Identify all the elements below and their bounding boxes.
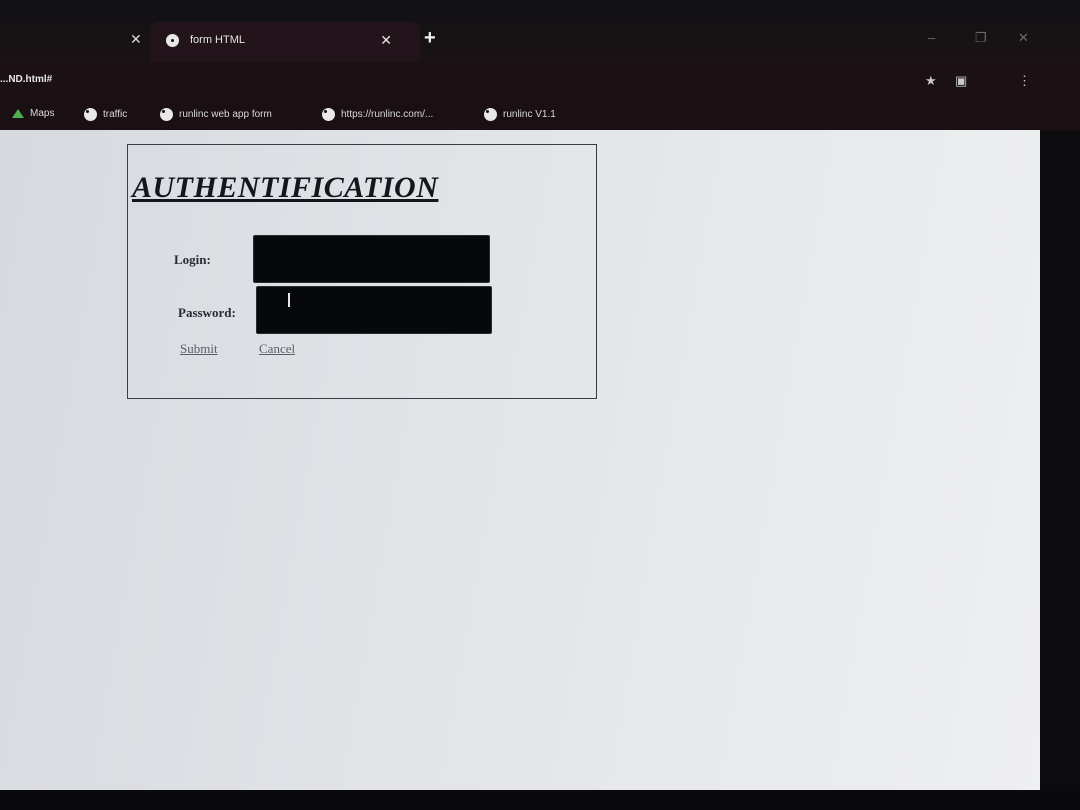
password-label: Password: — [178, 305, 236, 320]
extension-icon[interactable]: ▣ — [955, 73, 967, 89]
new-tab-icon[interactable]: + — [424, 28, 436, 48]
address-url[interactable]: ...ND.html# — [0, 74, 52, 85]
globe-icon — [322, 108, 335, 121]
active-tab[interactable]: form HTML ✕ — [150, 22, 420, 62]
tab-title: form HTML — [190, 34, 245, 46]
window-close-icon[interactable]: ✕ — [1018, 30, 1029, 46]
bookmark-runlinc-url[interactable]: https://runlinc.com/... — [322, 108, 433, 121]
bookmark-label: runlinc V1.1 — [503, 109, 556, 120]
text-cursor — [288, 293, 290, 307]
form-title: AUTHENTIFICATION — [132, 171, 439, 204]
tab-close-icon[interactable]: ✕ — [380, 32, 392, 49]
login-input[interactable] — [253, 235, 490, 283]
bookmark-star-icon[interactable]: ★ — [925, 73, 937, 89]
previous-tab-close-icon[interactable]: ✕ — [130, 31, 142, 48]
globe-icon — [484, 108, 497, 121]
bookmark-traffic[interactable]: traffic — [84, 108, 127, 121]
minimize-icon[interactable]: – — [928, 30, 935, 45]
authentication-form: AUTHENTIFICATION Login: Password: Submit… — [127, 144, 597, 399]
globe-icon — [160, 108, 173, 121]
submit-link[interactable]: Submit — [180, 341, 218, 357]
bookmark-label: Maps — [30, 108, 55, 119]
restore-icon[interactable]: ❐ — [975, 30, 987, 46]
bookmarks-bar: Maps traffic runlinc web app form https:… — [0, 100, 1080, 130]
bookmark-label: traffic — [103, 109, 128, 120]
browser-menu-icon[interactable]: ⋮ — [1018, 73, 1031, 89]
tab-strip: ✕ form HTML ✕ + – ❐ ✕ — [0, 0, 1080, 62]
bookmark-maps[interactable]: Maps — [12, 108, 54, 119]
bookmark-label: runlinc web app form — [179, 109, 272, 120]
screen-bezel — [0, 790, 1080, 810]
bookmark-label: https://runlinc.com/... — [341, 109, 434, 120]
maps-icon — [12, 109, 24, 118]
bookmark-runlinc-web-app-form[interactable]: runlinc web app form — [160, 108, 272, 121]
tab-globe-icon — [166, 34, 179, 47]
globe-icon — [84, 108, 97, 121]
login-label: Login: — [174, 252, 211, 267]
bookmark-runlinc-v1-1[interactable]: runlinc V1.1 — [484, 108, 556, 121]
address-bar[interactable]: ...ND.html# ★ ▣ ⋮ — [0, 62, 1080, 100]
cancel-link[interactable]: Cancel — [259, 341, 295, 357]
password-input[interactable] — [256, 286, 492, 334]
page-viewport: AUTHENTIFICATION Login: Password: Submit… — [0, 130, 1040, 790]
password-field[interactable] — [256, 286, 492, 334]
